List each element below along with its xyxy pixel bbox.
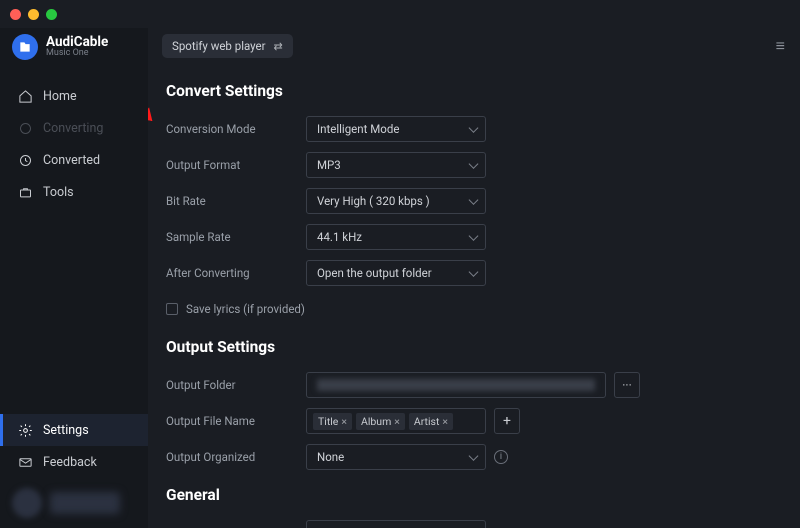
titlebar: [0, 0, 800, 28]
label-save-lyrics: Save lyrics (if provided): [186, 302, 305, 316]
brand-name: AudiCable: [46, 35, 108, 50]
sidebar-item-settings[interactable]: Settings: [0, 414, 148, 446]
label-sample-rate: Sample Rate: [166, 230, 306, 244]
sidebar: AudiCable Music One Home Converting Conv…: [0, 28, 148, 528]
tag-album: Album×: [356, 413, 405, 430]
label-output-filename: Output File Name: [166, 414, 306, 428]
sidebar-item-label: Settings: [43, 423, 89, 438]
clock-icon: [17, 152, 33, 168]
sidebar-item-label: Home: [43, 89, 77, 104]
sidebar-item-label: Tools: [43, 185, 74, 200]
select-appearance[interactable]: Dark: [306, 520, 486, 528]
select-output-format[interactable]: MP3: [306, 152, 486, 178]
section-title-general: General: [166, 486, 782, 504]
converting-icon: [17, 120, 33, 136]
user-name-redacted: [50, 492, 120, 514]
label-output-folder: Output Folder: [166, 378, 306, 392]
remove-tag-icon[interactable]: ×: [341, 415, 347, 428]
sidebar-user[interactable]: [0, 478, 148, 528]
sidebar-item-feedback[interactable]: Feedback: [0, 446, 148, 478]
swap-icon: ⇄: [274, 40, 283, 53]
select-conversion-mode[interactable]: Intelligent Mode: [306, 116, 486, 142]
mail-icon: [17, 454, 33, 470]
sidebar-item-label: Converted: [43, 153, 100, 168]
label-output-format: Output Format: [166, 158, 306, 172]
source-switcher[interactable]: Spotify web player ⇄: [162, 34, 293, 58]
sidebar-item-home[interactable]: Home: [0, 80, 148, 112]
source-label: Spotify web player: [172, 39, 266, 53]
brand-subtitle: Music One: [46, 49, 108, 59]
select-after-converting[interactable]: Open the output folder: [306, 260, 486, 286]
select-sample-rate[interactable]: 44.1 kHz: [306, 224, 486, 250]
output-folder-field[interactable]: [306, 372, 606, 398]
home-icon: [17, 88, 33, 104]
select-output-organized[interactable]: None: [306, 444, 486, 470]
sidebar-item-label: Feedback: [43, 455, 97, 470]
app-window: AudiCable Music One Home Converting Conv…: [0, 0, 800, 528]
label-bit-rate: Bit Rate: [166, 194, 306, 208]
window-close-button[interactable]: [10, 9, 21, 20]
section-title-output: Output Settings: [166, 338, 782, 356]
window-zoom-button[interactable]: [46, 9, 57, 20]
tag-artist: Artist×: [409, 413, 453, 430]
sidebar-nav: Home Converting Converted Tools: [0, 80, 148, 208]
browse-folder-button[interactable]: ···: [614, 372, 640, 398]
sidebar-item-converting[interactable]: Converting: [0, 112, 148, 144]
select-bit-rate[interactable]: Very High ( 320 kbps ): [306, 188, 486, 214]
remove-tag-icon[interactable]: ×: [442, 415, 448, 428]
label-output-organized: Output Organized: [166, 450, 306, 464]
add-tag-button[interactable]: +: [494, 408, 520, 434]
output-folder-redacted: [317, 379, 595, 391]
sidebar-item-converted[interactable]: Converted: [0, 144, 148, 176]
brand: AudiCable Music One: [0, 30, 148, 74]
info-icon[interactable]: i: [494, 450, 508, 464]
menu-icon[interactable]: ≡: [776, 36, 786, 56]
brand-logo-icon: [12, 34, 38, 60]
remove-tag-icon[interactable]: ×: [394, 415, 400, 428]
checkbox-save-lyrics[interactable]: [166, 303, 178, 315]
section-title-convert: Convert Settings: [166, 82, 782, 100]
topbar: Spotify web player ⇄ ≡: [148, 28, 800, 64]
sidebar-bottom-nav: Settings Feedback: [0, 414, 148, 478]
filename-tags-field[interactable]: Title× Album× Artist×: [306, 408, 486, 434]
avatar: [12, 488, 42, 518]
main-area: Spotify web player ⇄ ≡ Convert Settings: [148, 28, 800, 528]
settings-content: Convert Settings Conversion Mode Intelli…: [148, 64, 800, 528]
app-body: AudiCable Music One Home Converting Conv…: [0, 28, 800, 528]
gear-icon: [17, 422, 33, 438]
tag-title: Title×: [313, 413, 352, 430]
sidebar-item-label: Converting: [43, 121, 103, 136]
label-after-converting: After Converting: [166, 266, 306, 280]
label-conversion-mode: Conversion Mode: [166, 122, 306, 136]
sidebar-item-tools[interactable]: Tools: [0, 176, 148, 208]
window-minimize-button[interactable]: [28, 9, 39, 20]
toolbox-icon: [17, 184, 33, 200]
